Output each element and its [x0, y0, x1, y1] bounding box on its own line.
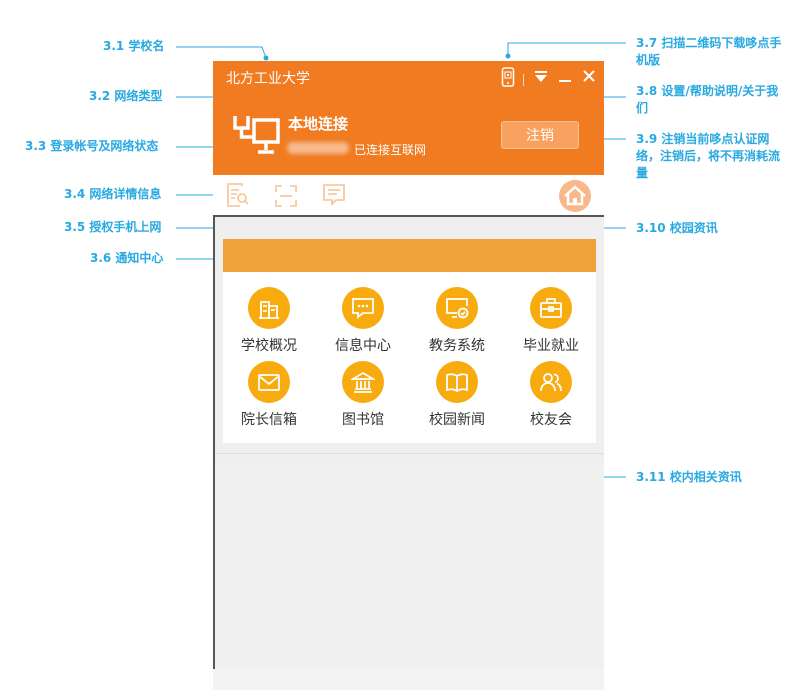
logout-button[interactable]: 注销	[501, 121, 579, 149]
annotation-notify-center: 3.6 通知中心	[90, 251, 164, 265]
message-icon	[342, 287, 384, 329]
annotation-campus-news: 3.10 校园资讯	[636, 221, 718, 235]
service-label: 毕业就业	[523, 338, 579, 354]
service-card: 学校概况 信息中心 教务系统 毕业就业 院长信箱 图书馆 校园新闻 校友会	[223, 239, 596, 443]
minimize-icon[interactable]	[558, 69, 572, 88]
annotation-school-name: 3.1 学校名	[103, 39, 165, 53]
mail-icon	[248, 361, 290, 403]
service-label: 信息中心	[335, 338, 391, 354]
qr-phone-icon[interactable]	[501, 67, 515, 91]
service-tile-school-overview[interactable]: 学校概况	[229, 287, 309, 355]
service-label: 院长信箱	[241, 412, 297, 428]
close-icon[interactable]	[582, 68, 596, 87]
service-label: 图书馆	[342, 412, 384, 428]
network-details-icon[interactable]	[227, 183, 249, 211]
client-window: 北方工业大学 本地连接 已连接互联网 注销 学校概况 信息中心 教务系统 毕业就…	[213, 61, 604, 690]
service-tile-campus-news[interactable]: 校园新闻	[417, 361, 497, 429]
annotation-account-status: 3.3 登录帐号及网络状态	[25, 139, 159, 153]
service-tile-academic[interactable]: 教务系统	[417, 287, 497, 355]
annotation-logout: 3.9 注销当前哆点认证网络，注销后，将不再消耗流量	[636, 132, 781, 180]
library-icon	[342, 361, 384, 403]
service-label: 教务系统	[429, 338, 485, 354]
annotation-network-type: 3.2 网络类型	[89, 89, 163, 103]
annotation-settings: 3.8 设置/帮助说明/关于我们	[636, 84, 779, 115]
content-area: 学校概况 信息中心 教务系统 毕业就业 院长信箱 图书馆 校园新闻 校友会	[213, 215, 604, 669]
monitor-check-icon	[436, 287, 478, 329]
annotation-authorize-phone: 3.5 授权手机上网	[64, 220, 162, 234]
building-icon	[248, 287, 290, 329]
briefcase-icon	[530, 287, 572, 329]
separator-icon	[523, 71, 525, 90]
service-tile-president-mailbox[interactable]: 院长信箱	[229, 361, 309, 429]
network-plug-icon	[232, 112, 282, 162]
card-header-band	[223, 239, 596, 272]
service-tile-alumni[interactable]: 校友会	[511, 361, 591, 429]
school-name: 北方工业大学	[226, 71, 310, 87]
service-label: 校友会	[530, 412, 572, 428]
service-tile-employment[interactable]: 毕业就业	[511, 287, 591, 355]
service-label: 学校概况	[241, 338, 297, 354]
header-panel: 北方工业大学 本地连接 已连接互联网 注销	[213, 61, 604, 175]
annotation-scan-qr: 3.7 扫描二维码下载哆点手机版	[636, 36, 782, 67]
connection-status: 已连接互联网	[354, 143, 427, 157]
content-divider	[215, 453, 604, 454]
scan-authorize-icon[interactable]	[275, 185, 297, 211]
connection-type: 本地连接	[288, 115, 349, 133]
service-tile-info-center[interactable]: 信息中心	[323, 287, 403, 355]
blurred-account-name	[287, 142, 349, 154]
home-icon[interactable]	[558, 179, 592, 217]
toolbar	[213, 175, 604, 215]
annotation-network-details: 3.4 网络详情信息	[64, 187, 162, 201]
service-label: 校园新闻	[429, 412, 485, 428]
notification-icon[interactable]	[323, 184, 345, 210]
service-tile-library[interactable]: 图书馆	[323, 361, 403, 429]
annotation-campus-info: 3.11 校内相关资讯	[636, 470, 742, 484]
people-icon	[530, 361, 572, 403]
settings-menu-icon[interactable]	[534, 69, 548, 88]
book-icon	[436, 361, 478, 403]
bottom-bar	[213, 669, 604, 690]
news-area	[215, 463, 604, 669]
